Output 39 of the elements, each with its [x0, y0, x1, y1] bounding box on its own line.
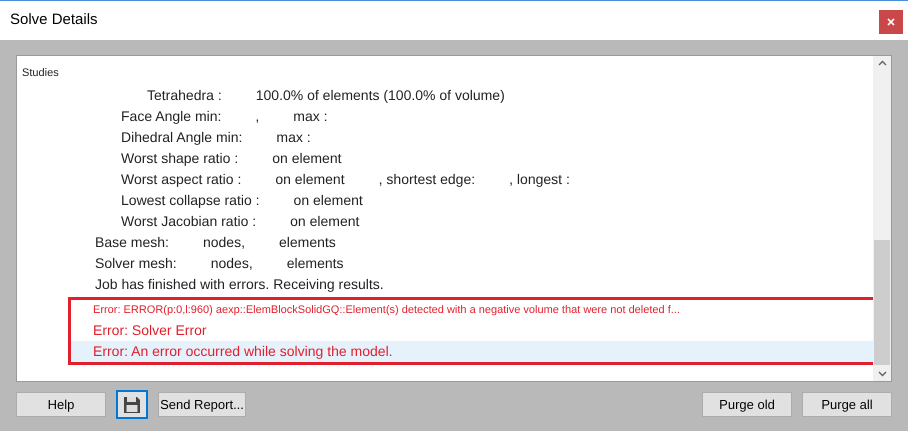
scroll-up-icon[interactable] — [878, 60, 886, 66]
log-text: Job has finished with errors. Receiving results. — [95, 275, 384, 294]
log-text: Dihedral Angle min: — [121, 128, 242, 147]
log-text: Lowest collapse ratio : — [121, 191, 260, 210]
log-text: , longest : — [509, 170, 570, 189]
log-text: Worst shape ratio : — [121, 149, 238, 168]
log-text: elements — [286, 254, 344, 273]
close-icon — [887, 18, 895, 26]
log-text: on element — [272, 149, 342, 168]
panel-title: Studies — [22, 66, 60, 81]
window-title: Solve Details — [10, 10, 98, 30]
log-text: Face Angle min: — [121, 107, 222, 126]
log-text: on element — [290, 212, 360, 231]
log-text: Worst Jacobian ratio : — [121, 212, 256, 231]
log-text: Worst aspect ratio : — [121, 170, 242, 189]
log-text: on element — [275, 170, 345, 189]
scrollbar[interactable] — [873, 56, 891, 381]
log-text: max : — [293, 107, 328, 126]
log-text: nodes, — [210, 254, 253, 273]
error-line[interactable]: Error: Solver Error — [71, 320, 877, 341]
dialog-button[interactable]: Purge all — [802, 392, 892, 417]
log-text: on element — [294, 191, 363, 210]
error-line[interactable]: Error: ERROR(p:0,l:960) aexp::ElemBlockSolidGQ::Element(s) detected with a negative volume that were not deleted f... — [71, 300, 877, 320]
log-text: max : — [276, 128, 311, 147]
dialog-button[interactable]: Purge old — [702, 392, 792, 417]
close-button[interactable] — [879, 10, 903, 34]
log-text: Base mesh: — [95, 233, 169, 252]
dialog-button[interactable]: Send Report... — [158, 392, 246, 417]
log-text: nodes, — [202, 233, 245, 252]
log-text: 100.0% of elements (100.0% of volume) — [256, 86, 505, 105]
save-button[interactable] — [116, 390, 148, 419]
log-text: , — [255, 107, 260, 126]
log-text: Tetrahedra : — [147, 86, 222, 105]
log-text: Solver mesh: — [95, 254, 177, 273]
log-text: , shortest edge: — [378, 170, 476, 189]
scrollbar-thumb[interactable] — [874, 240, 890, 365]
dialog-button[interactable]: Help — [16, 392, 106, 417]
scroll-down-icon[interactable] — [878, 371, 886, 377]
log-text: elements — [278, 233, 336, 252]
